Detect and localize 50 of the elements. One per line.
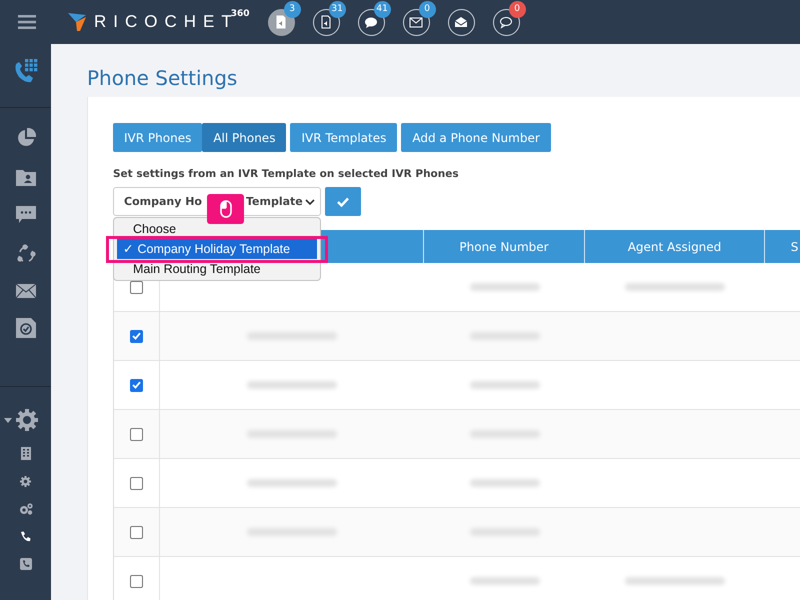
chat-icon[interactable]: [16, 206, 36, 224]
tab[interactable]: Add a Phone Number: [401, 123, 551, 152]
gears-icon[interactable]: [18, 503, 32, 515]
voicemail-icon[interactable]: [319, 15, 334, 29]
settings-icon[interactable]: [16, 409, 38, 431]
column-header: Agent Assigned: [585, 230, 765, 263]
template-label: Set settings from an IVR Template on selected IVR Phones: [113, 168, 460, 180]
task-check-icon[interactable]: [16, 318, 36, 338]
mouse-icon: [220, 200, 232, 218]
count-badge: 0: [418, 0, 436, 18]
dropdown-option[interactable]: Choose: [114, 219, 320, 239]
chat-icon[interactable]: [364, 15, 378, 29]
column-header: Phone Number: [424, 230, 585, 263]
row-checkbox[interactable]: [130, 574, 143, 588]
tab[interactable]: All Phones: [202, 123, 286, 152]
count-badge: 3: [284, 0, 301, 18]
dropdown-option[interactable]: ✓ Company Holiday Template: [117, 239, 317, 259]
gear-icon[interactable]: [20, 476, 31, 487]
logo-icon: [68, 13, 88, 31]
pie-chart-icon[interactable]: [16, 128, 36, 148]
tab[interactable]: IVR Templates: [290, 123, 398, 152]
row-checkbox[interactable]: [130, 280, 143, 294]
row-checkbox[interactable]: [130, 526, 143, 538]
count-badge: 0: [508, 0, 526, 18]
check-icon: [337, 196, 349, 206]
network-icon[interactable]: [16, 244, 36, 264]
comment-icon[interactable]: [499, 15, 514, 29]
contact-folder-icon[interactable]: [16, 168, 36, 186]
row-checkbox[interactable]: [130, 428, 143, 440]
tab[interactable]: IVR Phones: [113, 123, 202, 152]
phone-square-icon[interactable]: [20, 558, 32, 570]
phone-keypad-icon[interactable]: [12, 58, 38, 84]
apply-button[interactable]: [325, 187, 361, 216]
row-checkbox[interactable]: [130, 330, 143, 342]
mail-icon[interactable]: [409, 15, 424, 29]
building-icon[interactable]: [20, 447, 30, 460]
column-header: S: [765, 230, 800, 263]
count-badge: 31: [328, 0, 346, 18]
mail-icon[interactable]: [16, 284, 36, 298]
dropdown-option[interactable]: Main Routing Template: [114, 259, 320, 279]
row-checkbox[interactable]: [130, 476, 143, 490]
row-checkbox[interactable]: [130, 378, 143, 392]
phone-icon[interactable]: [20, 531, 31, 542]
open-mail-icon[interactable]: [454, 15, 468, 29]
chevron-down-icon: [305, 198, 315, 204]
count-badge: 41: [374, 0, 391, 18]
caret-icon[interactable]: [4, 418, 12, 422]
menu-icon[interactable]: [18, 14, 36, 30]
logo-suffix: 360: [230, 9, 250, 19]
page-title: Phone Settings: [87, 66, 238, 90]
